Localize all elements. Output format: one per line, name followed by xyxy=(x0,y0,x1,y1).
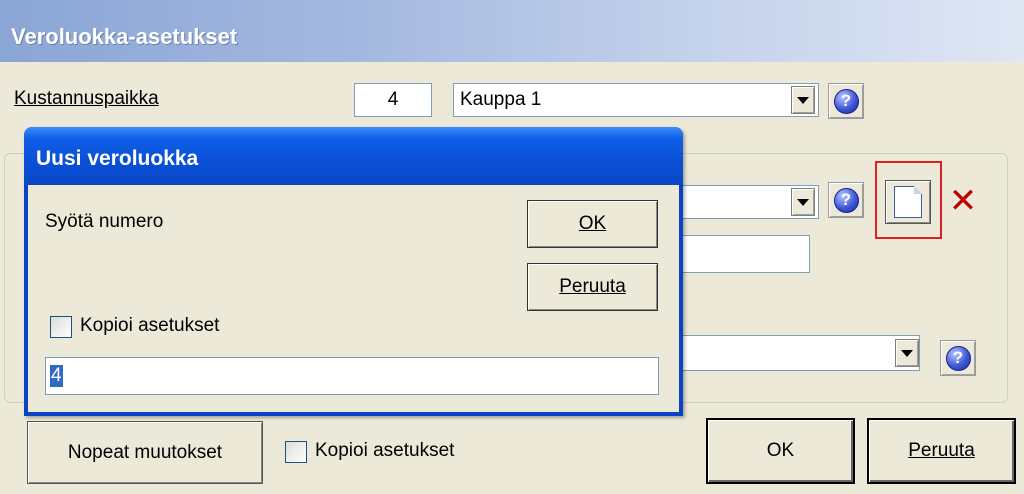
quick-changes-button[interactable]: Nopeat muutokset xyxy=(27,421,263,484)
dialog-ok-button[interactable]: OK xyxy=(527,200,658,248)
new-tax-class-button[interactable] xyxy=(885,180,931,224)
dialog-copy-settings-label: Kopioi asetukset xyxy=(80,315,220,336)
help-icon: ? xyxy=(833,187,859,213)
dialog-title: Uusi veroluokka xyxy=(36,147,199,170)
dialog-cancel-label: Peruuta xyxy=(559,276,626,297)
dialog-prompt: Syötä numero xyxy=(45,211,164,232)
ok-label: OK xyxy=(766,440,795,461)
cancel-label: Peruuta xyxy=(908,440,975,461)
chevron-down-icon xyxy=(901,349,913,357)
dialog-ok-label: OK xyxy=(578,213,607,234)
cost-center-dropdown[interactable]: Kauppa 1 xyxy=(453,83,819,117)
cost-center-selected: Kauppa 1 xyxy=(460,89,542,110)
cost-center-help-button[interactable]: ? xyxy=(828,83,864,119)
ok-button[interactable]: OK xyxy=(706,418,855,484)
copy-settings-label: Kopioi asetukset xyxy=(315,440,455,461)
cost-center-label: Kustannuspaikka xyxy=(14,88,159,109)
dialog-copy-settings-checkbox[interactable] xyxy=(50,316,72,338)
second-dropdown-button[interactable] xyxy=(895,339,919,367)
cost-center-number-value: 4 xyxy=(387,89,399,110)
tax-class-dropdown-button[interactable] xyxy=(791,188,815,216)
window-title: Veroluokka-asetukset xyxy=(11,24,238,49)
dialog-number-field[interactable]: 4 xyxy=(45,357,659,395)
quick-changes-label: Nopeat muutokset xyxy=(67,441,223,463)
dialog-cancel-button[interactable]: Peruuta xyxy=(527,263,658,311)
tax-class-name-field[interactable] xyxy=(680,235,810,273)
dialog-body: Syötä numero OK Peruuta Kopioi asetukset… xyxy=(28,185,679,412)
cancel-button[interactable]: Peruuta xyxy=(867,418,1016,484)
chevron-down-icon xyxy=(797,96,809,104)
chevron-down-icon xyxy=(797,198,809,206)
new-document-icon xyxy=(894,186,922,218)
new-tax-class-dialog: Uusi veroluokka Syötä numero OK Peruuta … xyxy=(24,127,683,416)
tax-class-help-button[interactable]: ? xyxy=(828,182,864,218)
second-dropdown[interactable] xyxy=(680,335,920,371)
cost-center-dropdown-button[interactable] xyxy=(791,86,815,114)
help-icon: ? xyxy=(945,345,971,371)
copy-settings-checkbox[interactable] xyxy=(285,441,307,463)
help-icon: ? xyxy=(833,88,859,114)
delete-x-icon[interactable]: ✕ xyxy=(948,184,978,218)
second-help-button[interactable]: ? xyxy=(940,340,976,376)
cost-center-number-field[interactable]: 4 xyxy=(354,83,432,117)
dialog-number-value: 4 xyxy=(50,365,63,387)
